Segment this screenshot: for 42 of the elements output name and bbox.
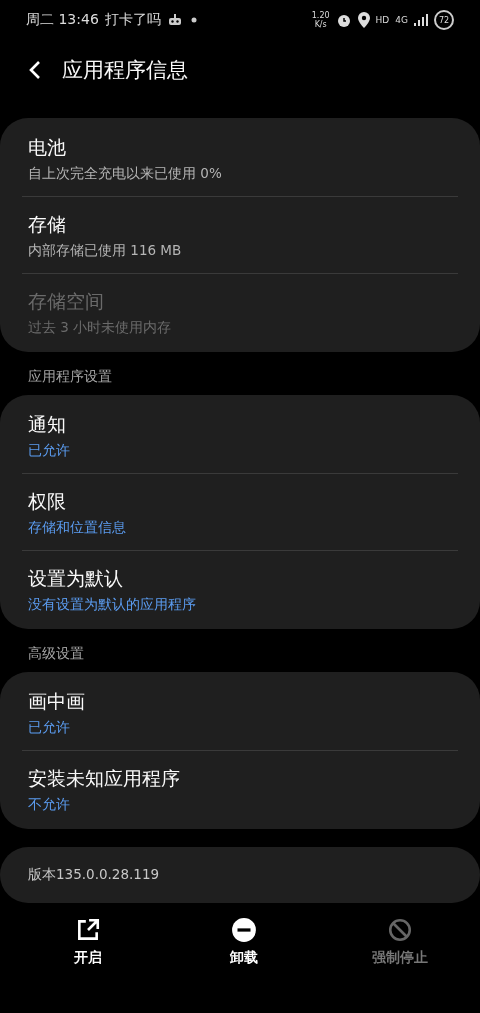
minus-circle-icon (231, 917, 257, 943)
section-label: 应用程序设置 (27, 367, 113, 386)
page-title: 应用程序信息 (62, 57, 188, 84)
item-title: 通知 (28, 412, 66, 437)
hd-indicator: HD (375, 15, 390, 25)
share-icon (75, 917, 101, 943)
battery-level: 72 (434, 10, 454, 30)
location-icon (357, 12, 370, 28)
section-label: 高级设置 (27, 644, 85, 663)
settings-item[interactable]: 通知 已允许 (22, 397, 458, 474)
item-subtitle: 不允许 (28, 795, 70, 814)
item-subtitle: 没有设置为默认的应用程序 (28, 595, 196, 614)
item-subtitle: 已允许 (28, 718, 70, 737)
item-title: 存储 (28, 212, 66, 237)
robot-icon (166, 14, 183, 26)
alarm-icon (335, 12, 352, 28)
item-title: 画中画 (28, 689, 85, 714)
item-title: 权限 (28, 489, 66, 514)
settings-item[interactable]: 画中画 已允许 (22, 674, 458, 751)
item-title: 电池 (28, 135, 66, 160)
notification-text: 打卡了吗 (104, 11, 161, 29)
network-speed: 1.20 K/s (311, 11, 330, 29)
settings-item[interactable]: 设置为默认 没有设置为默认的应用程序 (22, 551, 458, 627)
settings-item[interactable]: 权限 存储和位置信息 (22, 474, 458, 551)
item-title: 设置为默认 (28, 566, 123, 591)
stop-icon (387, 917, 413, 943)
network-type: 4G (395, 15, 408, 25)
item-subtitle: 存储和位置信息 (28, 518, 126, 537)
settings-item[interactable]: 安装未知应用程序 不允许 (22, 751, 458, 827)
item-subtitle: 已允许 (28, 441, 70, 460)
signal-icon (414, 14, 428, 26)
version-text: 版本135.0.0.28.119 (0, 847, 480, 903)
settings-item[interactable]: 电池 自上次完全充电以来已使用 0% (22, 120, 458, 197)
settings-item[interactable]: 存储 内部存储已使用 116 MB (22, 197, 458, 274)
item-subtitle: 自上次完全充电以来已使用 0% (28, 164, 222, 183)
item-title: 安装未知应用程序 (28, 766, 180, 791)
status-time: 周二 13:46 (26, 11, 99, 29)
item-subtitle: 内部存储已使用 116 MB (28, 241, 182, 260)
action-button[interactable]: 开启 (40, 917, 136, 967)
action-button[interactable]: 卸载 (196, 917, 292, 967)
item-title: 存储空间 (28, 289, 104, 314)
item-subtitle: 过去 3 小时未使用内存 (28, 318, 172, 337)
